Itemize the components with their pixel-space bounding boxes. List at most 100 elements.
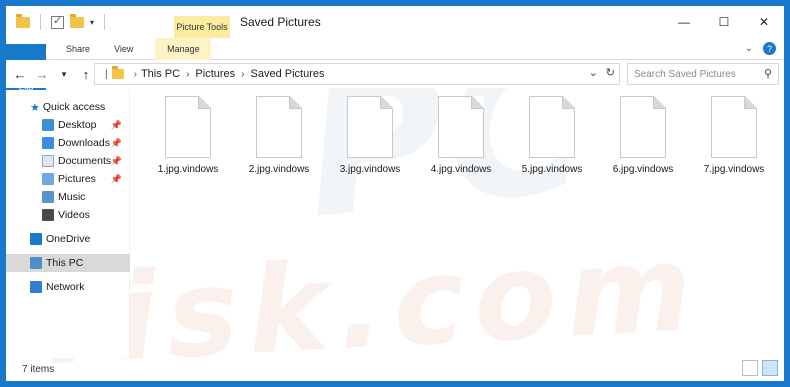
documents-icon bbox=[42, 155, 54, 167]
explorer-window: PC risk.com ▾ Picture Tools Saved Pictur… bbox=[0, 0, 790, 387]
nav-label: OneDrive bbox=[46, 233, 91, 245]
nav-label: Documents bbox=[58, 155, 112, 167]
divider bbox=[104, 14, 106, 30]
file-name: 6.jpg.vindows bbox=[612, 164, 674, 175]
address-folder-icon bbox=[111, 66, 124, 79]
ribbon-tabs: File Home Share View Manage ⌄ ? bbox=[6, 38, 784, 134]
file-icon bbox=[529, 96, 575, 158]
nav-label: Pictures bbox=[58, 173, 96, 185]
address-chevron-icon: | bbox=[105, 68, 108, 80]
nav-network[interactable]: Network bbox=[6, 278, 130, 296]
breadcrumb-pictures[interactable]: Pictures bbox=[195, 68, 235, 80]
title-bar: ▾ Picture Tools Saved Pictures — ☐ ✕ bbox=[6, 6, 784, 38]
breadcrumb-this-pc[interactable]: This PC bbox=[141, 68, 180, 80]
file-item[interactable]: 6.jpg.vindows bbox=[603, 96, 683, 186]
search-icon: ⚲ bbox=[763, 68, 772, 80]
search-placeholder: Search Saved Pictures bbox=[634, 68, 736, 80]
new-folder-icon[interactable] bbox=[70, 13, 84, 28]
quick-access-toolbar: ▾ bbox=[16, 13, 109, 30]
nav-label: Music bbox=[58, 191, 86, 203]
address-bar[interactable]: | › This PC › Pictures › Saved Pictures … bbox=[94, 63, 620, 85]
chevron-right-icon: › bbox=[241, 68, 245, 80]
file-icon bbox=[165, 96, 211, 158]
nav-label: This PC bbox=[46, 257, 84, 269]
status-bar: 7 items bbox=[6, 358, 784, 380]
nav-documents[interactable]: Documents 📌 bbox=[6, 152, 130, 170]
pin-icon: 📌 bbox=[110, 119, 122, 130]
divider bbox=[40, 14, 41, 30]
pin-icon: 📌 bbox=[110, 173, 122, 184]
file-icon bbox=[620, 96, 666, 158]
address-dropdown-icon[interactable]: ⌄ bbox=[589, 66, 598, 79]
file-name: 7.jpg.vindows bbox=[703, 164, 765, 175]
file-item[interactable]: 5.jpg.vindows bbox=[512, 96, 592, 186]
file-icon bbox=[438, 96, 484, 158]
file-name: 3.jpg.vindows bbox=[339, 164, 401, 175]
nav-downloads[interactable]: Downloads 📌 bbox=[6, 134, 130, 152]
file-icon bbox=[347, 96, 393, 158]
expand-ribbon-icon[interactable]: ⌄ bbox=[745, 43, 753, 54]
pictures-icon bbox=[42, 173, 54, 185]
up-arrow-icon[interactable]: ↑ bbox=[78, 67, 94, 82]
properties-icon[interactable] bbox=[51, 14, 64, 29]
network-icon bbox=[30, 281, 42, 293]
large-icons-view-icon[interactable] bbox=[762, 360, 778, 376]
file-item[interactable]: 1.jpg.vindows bbox=[148, 96, 228, 186]
navigation-bar: ← → ▾ ↑ | › This PC › Pictures › Saved P… bbox=[6, 60, 784, 88]
context-tab-picture-tools: Picture Tools bbox=[174, 16, 230, 38]
nav-label: Downloads bbox=[58, 137, 110, 149]
search-input[interactable]: Search Saved Pictures ⚲ bbox=[627, 63, 779, 85]
music-icon bbox=[42, 191, 54, 203]
nav-quick-access[interactable]: ★ Quick access bbox=[6, 98, 130, 116]
nav-videos[interactable]: Videos bbox=[6, 206, 130, 224]
file-item[interactable]: 4.jpg.vindows bbox=[421, 96, 501, 186]
downloads-icon bbox=[42, 137, 54, 149]
window-title: Saved Pictures bbox=[240, 15, 321, 29]
desktop-icon bbox=[42, 119, 54, 131]
nav-music[interactable]: Music bbox=[6, 188, 130, 206]
nav-desktop[interactable]: Desktop 📌 bbox=[6, 116, 130, 134]
breadcrumb-saved-pictures[interactable]: Saved Pictures bbox=[251, 68, 325, 80]
pin-icon: 📌 bbox=[110, 155, 122, 166]
file-item[interactable]: 3.jpg.vindows bbox=[330, 96, 410, 186]
cloud-icon bbox=[30, 233, 42, 245]
nav-this-pc[interactable]: This PC bbox=[6, 254, 130, 272]
folder-icon bbox=[16, 13, 30, 28]
nav-label: Network bbox=[46, 281, 85, 293]
maximize-button[interactable]: ☐ bbox=[704, 6, 744, 38]
back-arrow-icon[interactable]: ← bbox=[12, 67, 28, 82]
navigation-pane: ★ Quick access Desktop 📌 Downloads 📌 Doc… bbox=[6, 90, 130, 358]
refresh-icon[interactable]: ↻ bbox=[606, 66, 615, 79]
details-view-icon[interactable] bbox=[742, 360, 758, 376]
tab-view[interactable]: View bbox=[102, 38, 145, 60]
file-name: 5.jpg.vindows bbox=[521, 164, 583, 175]
file-icon bbox=[256, 96, 302, 158]
file-item[interactable]: 7.jpg.vindows bbox=[694, 96, 774, 186]
file-name: 4.jpg.vindows bbox=[430, 164, 492, 175]
nav-label: Videos bbox=[58, 209, 90, 221]
videos-icon bbox=[42, 209, 54, 221]
close-button[interactable]: ✕ bbox=[744, 6, 784, 38]
help-icon[interactable]: ? bbox=[763, 42, 776, 55]
nav-onedrive[interactable]: OneDrive bbox=[6, 230, 130, 248]
forward-arrow-icon[interactable]: → bbox=[34, 67, 50, 82]
minimize-button[interactable]: — bbox=[664, 6, 704, 38]
chevron-right-icon: › bbox=[186, 68, 190, 80]
nav-label: Quick access bbox=[42, 101, 106, 113]
file-name: 1.jpg.vindows bbox=[157, 164, 219, 175]
nav-label: Desktop bbox=[58, 119, 97, 131]
star-icon: ★ bbox=[30, 101, 40, 114]
computer-icon bbox=[30, 257, 42, 269]
tab-manage[interactable]: Manage bbox=[155, 38, 212, 60]
chevron-right-icon: › bbox=[133, 68, 137, 80]
pin-icon: 📌 bbox=[110, 137, 122, 148]
customize-toolbar-icon[interactable]: ▾ bbox=[90, 18, 94, 27]
nav-pictures[interactable]: Pictures 📌 bbox=[6, 170, 130, 188]
tab-share[interactable]: Share bbox=[54, 38, 102, 60]
recent-locations-icon[interactable]: ▾ bbox=[56, 69, 72, 80]
file-list: 1.jpg.vindows 2.jpg.vindows 3.jpg.vindow… bbox=[132, 90, 784, 358]
file-name: 2.jpg.vindows bbox=[248, 164, 310, 175]
file-icon bbox=[711, 96, 757, 158]
file-item[interactable]: 2.jpg.vindows bbox=[239, 96, 319, 186]
item-count: 7 items bbox=[22, 363, 55, 375]
